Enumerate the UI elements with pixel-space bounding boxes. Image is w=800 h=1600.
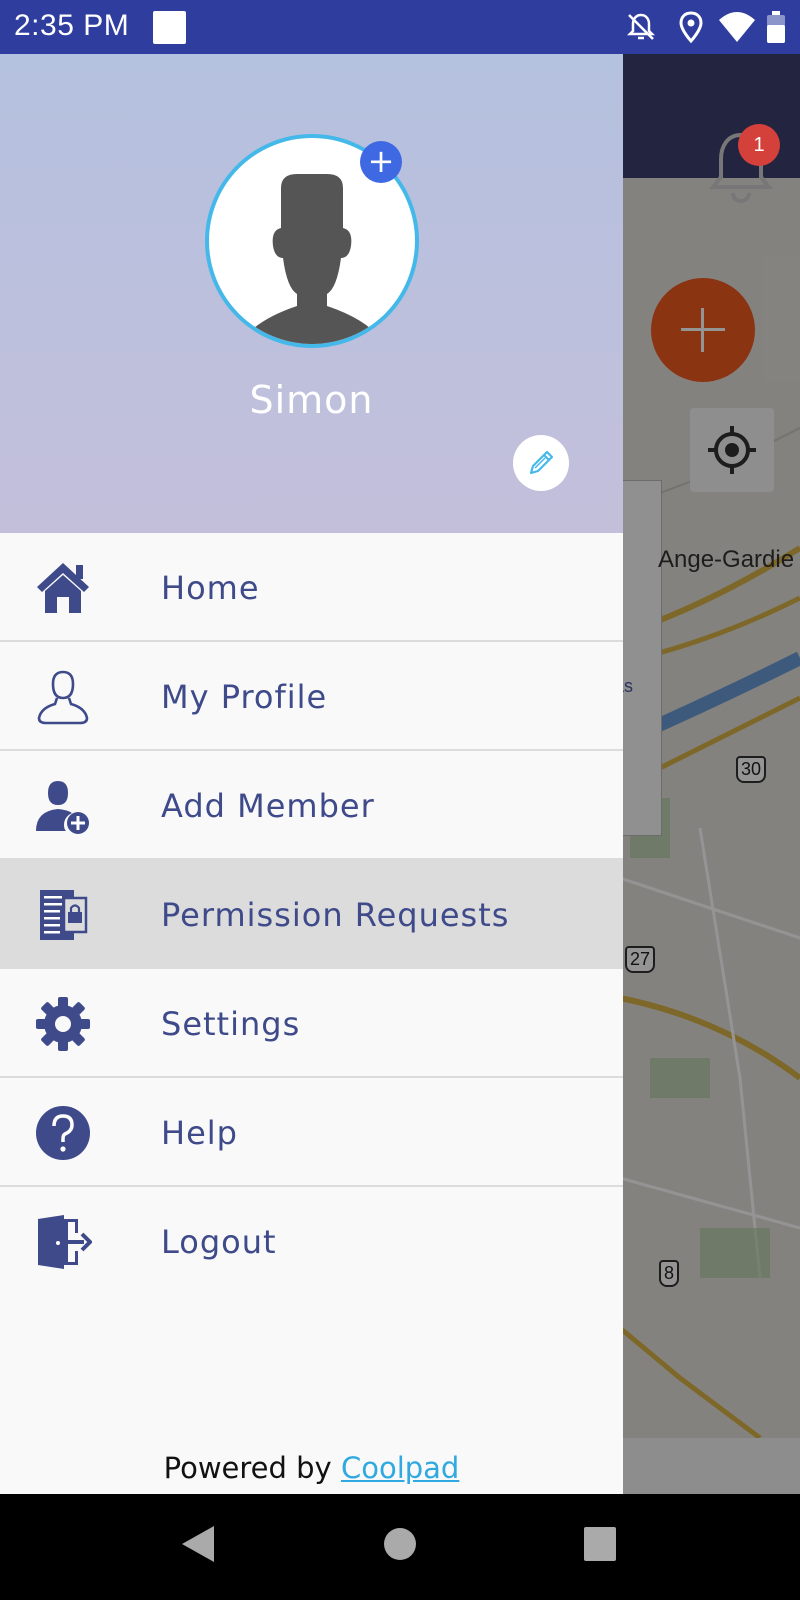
status-time: 2:35 PM [14, 9, 130, 42]
user-name: Simon [249, 378, 374, 422]
notification-badge: 1 [738, 124, 780, 166]
drawer-header: + Simon [0, 54, 623, 533]
menu-item-label: Settings [161, 1005, 301, 1043]
menu-item-add-member[interactable]: Add Member [0, 751, 623, 860]
back-icon[interactable] [180, 1524, 216, 1564]
help-icon [36, 1106, 90, 1160]
gear-icon [36, 997, 90, 1051]
menu-item-permission-requests[interactable]: Permission Requests [0, 860, 623, 969]
menu-item-help[interactable]: Help [0, 1078, 623, 1187]
location-icon [679, 11, 703, 44]
menu-item-label: Home [161, 569, 260, 607]
wifi-icon [719, 12, 755, 42]
coolpad-link[interactable]: Coolpad [341, 1451, 459, 1485]
edit-profile-button[interactable] [513, 435, 569, 491]
menu-item-my-profile[interactable]: My Profile [0, 642, 623, 751]
logout-icon [38, 1215, 92, 1269]
menu-item-label: Help [161, 1114, 238, 1152]
menu-item-logout[interactable]: Logout [0, 1187, 623, 1296]
menu-item-label: Logout [161, 1223, 277, 1261]
powered-by-text: Powered by [163, 1451, 341, 1485]
menu-item-label: Add Member [161, 787, 375, 825]
drawer-menu: Home My Profile Add Member Permission Re… [0, 533, 623, 1296]
battery-icon [767, 11, 785, 43]
add-photo-button[interactable]: + [360, 141, 402, 183]
menu-item-home[interactable]: Home [0, 533, 623, 642]
menu-item-settings[interactable]: Settings [0, 969, 623, 1078]
bell-off-icon [626, 13, 656, 40]
menu-item-label: My Profile [161, 678, 328, 716]
navigation-drawer: + Simon Home My Profile Add Member Permi… [0, 54, 623, 1494]
home-icon [37, 563, 89, 613]
system-nav-bar [0, 1494, 800, 1600]
profile-icon [37, 670, 89, 725]
powered-by-footer: Powered by Coolpad [0, 1451, 623, 1485]
pencil-icon [529, 450, 554, 475]
home-circle-icon[interactable] [383, 1524, 417, 1564]
notification-square-icon [153, 11, 186, 44]
recents-icon[interactable] [583, 1524, 617, 1564]
permission-requests-icon [40, 890, 88, 940]
menu-item-label: Permission Requests [161, 896, 510, 934]
status-bar: 2:35 PM [0, 0, 800, 54]
add-member-icon [36, 781, 89, 834]
